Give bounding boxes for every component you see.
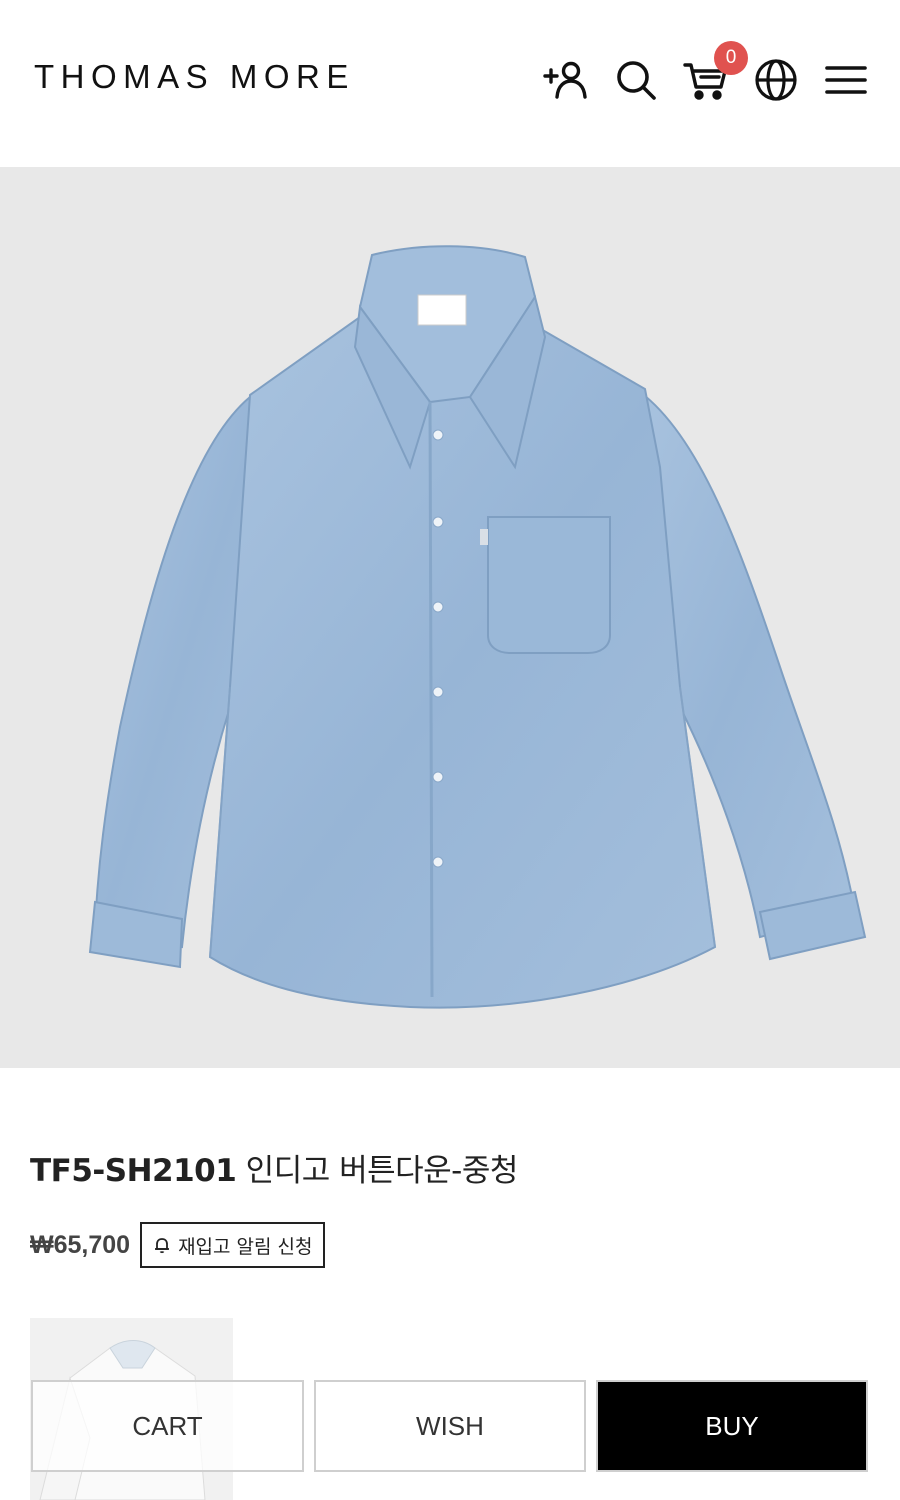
cart-count-badge: 0 bbox=[714, 41, 748, 75]
header: THOMAS MORE 0 bbox=[0, 0, 900, 165]
header-icons: 0 bbox=[524, 41, 874, 108]
product-name: 인디고 버튼다운-중청 bbox=[245, 1153, 519, 1189]
restock-alert-button[interactable]: 재입고 알림 신청 bbox=[140, 1222, 325, 1268]
add-user-icon[interactable] bbox=[538, 52, 594, 108]
price-row: ₩65,700 재입고 알림 신청 bbox=[30, 1222, 325, 1268]
menu-icon[interactable] bbox=[818, 52, 874, 108]
product-title: TF5-SH2101 인디고 버튼다운-중청 bbox=[30, 1145, 518, 1190]
bottom-action-bar: CART WISH BUY bbox=[31, 1380, 869, 1472]
globe-icon[interactable] bbox=[748, 52, 804, 108]
restock-alert-label: 재입고 알림 신청 bbox=[178, 1235, 313, 1258]
brand-logo[interactable]: THOMAS MORE bbox=[34, 58, 355, 96]
wish-button[interactable]: WISH bbox=[314, 1380, 586, 1472]
bell-icon bbox=[155, 1238, 170, 1254]
denim-shirt-image bbox=[88, 245, 867, 1009]
cart-icon[interactable]: 0 bbox=[678, 41, 748, 108]
product-image[interactable] bbox=[0, 167, 900, 1068]
cart-button[interactable]: CART bbox=[31, 1380, 304, 1472]
search-icon[interactable] bbox=[608, 52, 664, 108]
product-price: ₩65,700 bbox=[30, 1230, 131, 1259]
buy-button[interactable]: BUY bbox=[596, 1380, 868, 1472]
product-code: TF5-SH2101 bbox=[30, 1153, 237, 1189]
